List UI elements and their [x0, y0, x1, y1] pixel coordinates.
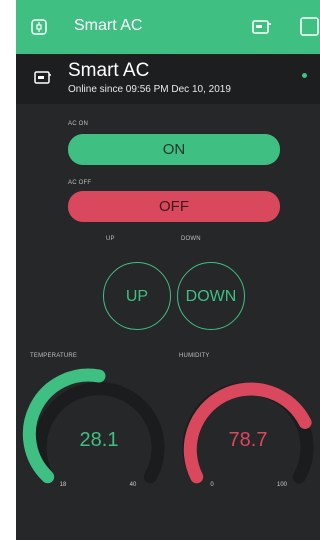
chip-icon[interactable] — [30, 18, 48, 36]
humidity-min: 0 — [210, 482, 214, 488]
up-button[interactable]: UP — [103, 262, 171, 330]
app-title: Smart AC — [74, 17, 143, 34]
down-label: DOWN — [181, 236, 201, 242]
device-header[interactable]: Smart AC Online since 09:56 PM Dec 10, 2… — [16, 54, 320, 104]
up-label: UP — [106, 236, 115, 242]
temperature-max: 40 — [130, 482, 137, 488]
temperature-label: TEMPERATURE — [30, 353, 78, 359]
ac-off-button[interactable]: OFF — [68, 191, 280, 222]
temperature-min: 18 — [60, 482, 67, 488]
app-screen: Smart AC Smart AC Online since 09:56 PM … — [16, 0, 320, 540]
device-icon — [34, 71, 51, 84]
humidity-value: 78.7 — [229, 429, 268, 451]
down-button[interactable]: DOWN — [177, 262, 245, 330]
ac-on-button[interactable]: ON — [68, 134, 280, 165]
humidity-label: HUMIDITY — [179, 353, 210, 359]
temperature-gauge: 28.1 18 40 — [22, 368, 165, 488]
square-icon[interactable] — [300, 17, 320, 37]
online-indicator — [302, 73, 307, 78]
ac-off-label: AC OFF — [68, 180, 92, 186]
device-name: Smart AC — [68, 60, 150, 81]
ac-on-label: AC ON — [68, 121, 89, 127]
humidity-max: 100 — [277, 482, 288, 488]
temperature-value: 28.1 — [80, 429, 119, 451]
device-status: Online since 09:56 PM Dec 10, 2019 — [68, 84, 231, 95]
app-bar: Smart AC — [16, 0, 320, 54]
device-icon[interactable] — [252, 19, 272, 35]
humidity-gauge: 78.7 0 100 — [182, 382, 314, 488]
